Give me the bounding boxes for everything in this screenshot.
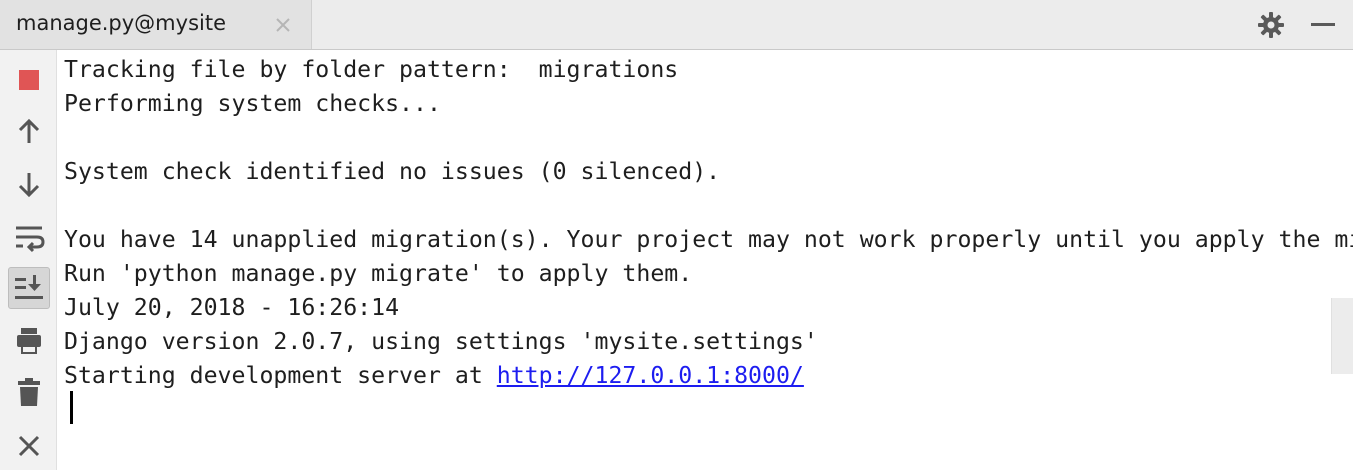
stop-button[interactable]	[8, 59, 50, 101]
clear-all-button[interactable]	[8, 372, 50, 414]
close-icon[interactable]	[273, 15, 293, 35]
tab-manage-py[interactable]: manage.py@mysite	[0, 0, 312, 49]
text-cursor	[70, 391, 73, 424]
arrow-up-icon	[18, 118, 40, 143]
server-link[interactable]: http://127.0.0.1:8000/	[497, 362, 804, 389]
scroll-to-end-icon	[15, 275, 43, 299]
soft-wrap-button[interactable]	[8, 216, 50, 258]
console-line: Performing system checks...	[64, 90, 441, 117]
console-line: Tracking file by folder pattern: migrati…	[64, 56, 679, 83]
print-button[interactable]	[8, 320, 50, 362]
trash-icon	[18, 378, 40, 406]
close-console-button[interactable]	[8, 425, 50, 467]
console-line: You have 14 unapplied migration(s). Your…	[64, 226, 1353, 253]
console-line-server: Starting development server at http://12…	[64, 359, 804, 393]
close-icon	[18, 435, 40, 457]
run-tool-window: manage.py@mysite Tracking file by folder…	[0, 0, 1353, 470]
console-line: System check identified no issues (0 sil…	[64, 158, 721, 185]
scroll-to-end-button[interactable]	[8, 267, 50, 309]
console-line-text: Starting development server at	[64, 362, 497, 389]
console-line: Django version 2.0.7, using settings 'my…	[64, 328, 818, 355]
tab-bar: manage.py@mysite	[0, 0, 1353, 50]
minimize-icon[interactable]	[1309, 11, 1337, 39]
next-occurrence-button[interactable]	[8, 163, 50, 205]
scrollbar[interactable]	[1331, 298, 1353, 374]
console-output[interactable]: Tracking file by folder pattern: migrati…	[57, 50, 1353, 470]
gear-icon[interactable]	[1257, 11, 1285, 39]
arrow-down-icon	[18, 173, 40, 198]
soft-wrap-icon	[16, 226, 45, 253]
stop-icon	[19, 70, 39, 90]
tab-title: manage.py@mysite	[16, 11, 226, 35]
console-line: July 20, 2018 - 16:26:14	[64, 294, 400, 321]
previous-occurrence-button[interactable]	[8, 111, 50, 153]
console-toolbar	[0, 50, 57, 470]
console-line: Run 'python manage.py migrate' to apply …	[64, 260, 693, 287]
print-icon	[17, 328, 41, 354]
